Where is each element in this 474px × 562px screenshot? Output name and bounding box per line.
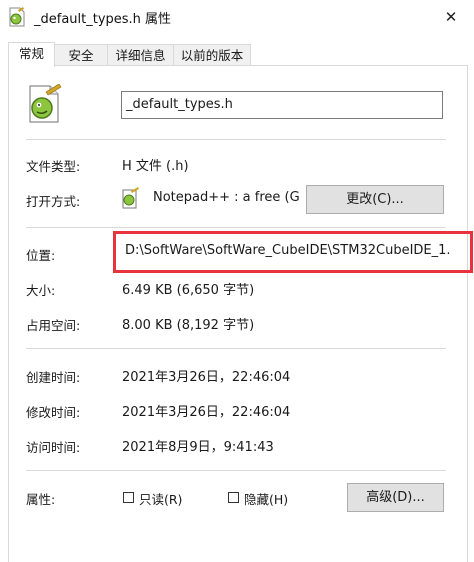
notepadpp-file-icon bbox=[29, 84, 62, 123]
disk-size-label: 占用空间: bbox=[26, 318, 81, 333]
accessed-value: 2021年8月9日，9:41:43 bbox=[122, 440, 274, 455]
separator bbox=[26, 348, 446, 349]
location-highlight: D:\SoftWare\SoftWare_CubeIDE\STM32CubeID… bbox=[113, 231, 473, 273]
tab-general[interactable]: 常规 bbox=[8, 42, 55, 67]
advanced-button[interactable]: 高级(D)... bbox=[347, 483, 444, 512]
notepadpp-file-icon bbox=[9, 7, 25, 27]
location-label: 位置: bbox=[26, 248, 56, 263]
location-value[interactable]: D:\SoftWare\SoftWare_CubeIDE\STM32CubeID… bbox=[125, 243, 465, 258]
disk-size-value: 8.00 KB (8,192 字节) bbox=[122, 318, 255, 333]
created-value: 2021年3月26日，22:46:04 bbox=[122, 370, 291, 385]
accessed-label: 访问时间: bbox=[26, 440, 81, 455]
hidden-label[interactable]: 隐藏(H) bbox=[244, 489, 288, 508]
readonly-label[interactable]: 只读(R) bbox=[139, 489, 182, 508]
open-with-label: 打开方式: bbox=[26, 194, 81, 209]
created-label: 创建时间: bbox=[26, 370, 81, 385]
modified-value: 2021年3月26日，22:46:04 bbox=[122, 405, 291, 420]
notepadpp-app-icon bbox=[122, 187, 139, 209]
change-button[interactable]: 更改(C)... bbox=[306, 185, 444, 214]
title-bar: _default_types.h 属性 ✕ bbox=[0, 0, 474, 34]
close-icon: ✕ bbox=[444, 8, 458, 26]
hidden-checkbox[interactable] bbox=[228, 492, 239, 503]
readonly-checkbox[interactable] bbox=[123, 492, 134, 503]
tab-details[interactable]: 详细信息 bbox=[107, 44, 174, 66]
file-type-label: 文件类型: bbox=[26, 159, 81, 174]
tab-security[interactable]: 安全 bbox=[54, 44, 108, 66]
tab-previous-versions[interactable]: 以前的版本 bbox=[173, 44, 251, 66]
separator bbox=[26, 227, 446, 228]
separator bbox=[26, 139, 446, 140]
open-with-value: Notepad++ : a free (GN bbox=[153, 190, 299, 205]
separator bbox=[26, 470, 446, 471]
window-title: _default_types.h 属性 bbox=[34, 12, 172, 27]
file-name-input[interactable]: _default_types.h bbox=[121, 91, 443, 119]
modified-label: 修改时间: bbox=[26, 405, 81, 420]
close-button[interactable]: ✕ bbox=[428, 0, 474, 34]
file-type-value: H 文件 (.h) bbox=[122, 159, 189, 174]
size-value: 6.49 KB (6,650 字节) bbox=[122, 283, 255, 298]
size-label: 大小: bbox=[26, 283, 56, 298]
attributes-label: 属性: bbox=[26, 492, 56, 507]
